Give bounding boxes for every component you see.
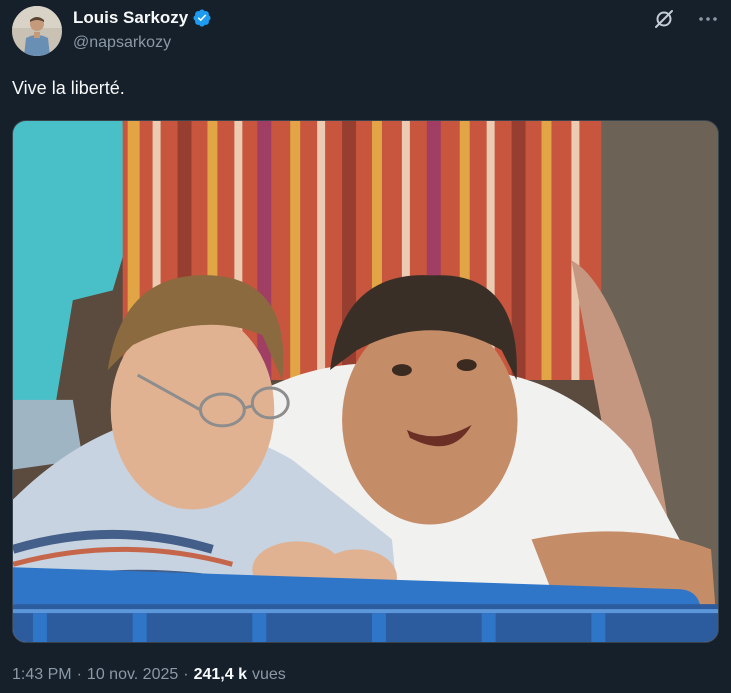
meta-separator-2: · [183, 666, 189, 683]
grok-icon[interactable] [653, 8, 675, 30]
tweet-date[interactable]: 10 nov. 2025 [87, 666, 178, 684]
author-handle[interactable]: @napsarkozy [73, 34, 171, 52]
views-label: vues [251, 666, 286, 683]
tweet: Louis Sarkozy @napsarkozy Vive la libert… [0, 0, 731, 693]
more-icon[interactable] [697, 8, 719, 30]
author-name-row: Louis Sarkozy [73, 8, 212, 28]
meta-separator: · [76, 666, 82, 683]
tweet-meta: 1:43 PM · 10 nov. 2025 · 241,4 k vues [12, 666, 286, 684]
top-actions [653, 8, 719, 30]
tweet-photo[interactable] [12, 120, 719, 643]
tweet-time[interactable]: 1:43 PM [12, 666, 72, 684]
author-display-name[interactable]: Louis Sarkozy [73, 8, 188, 28]
tweet-text: Vive la liberté. [12, 78, 125, 98]
avatar[interactable] [12, 6, 62, 56]
verified-badge-icon[interactable] [192, 8, 212, 28]
views-count[interactable]: 241,4 k [194, 666, 247, 684]
